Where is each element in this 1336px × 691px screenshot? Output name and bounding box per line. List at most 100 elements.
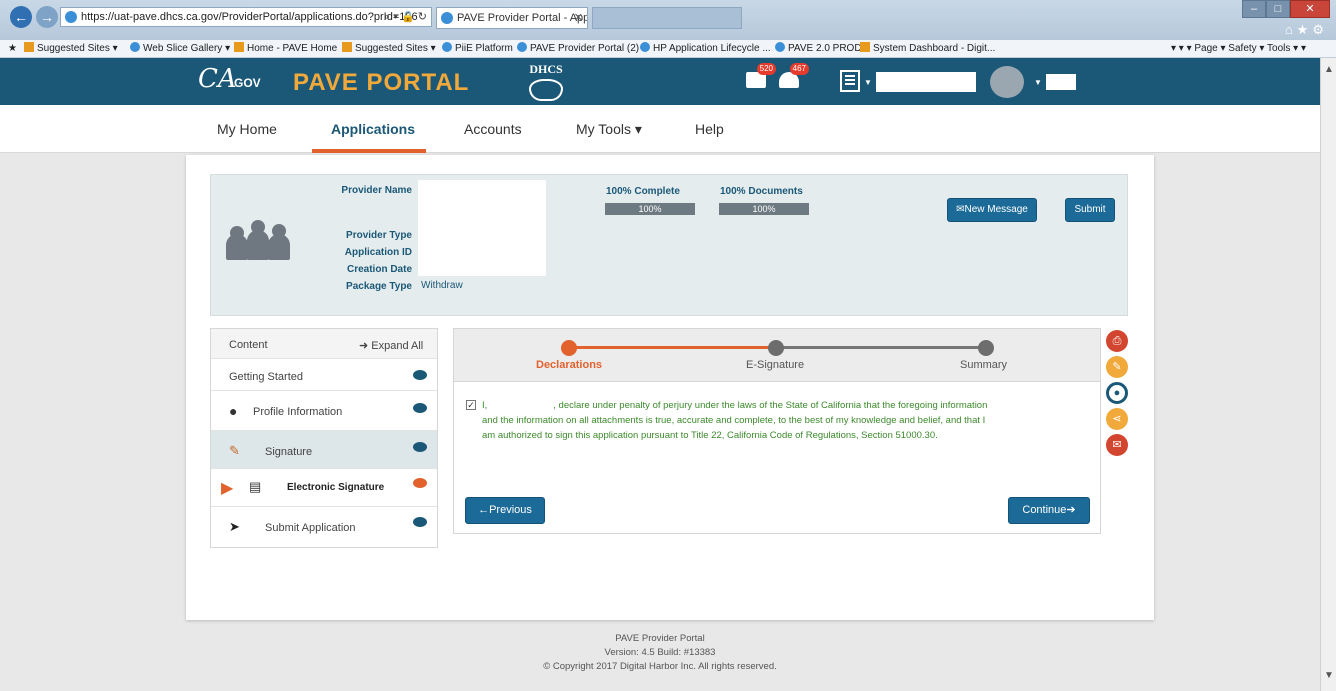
person-icon: ●: [229, 403, 238, 419]
favorites-star-icon[interactable]: ★: [8, 40, 17, 57]
status-dot-icon: [413, 370, 427, 380]
fav-system-dashboard[interactable]: System Dashboard - Digit...: [860, 40, 995, 57]
sidebar-item-profile-information[interactable]: ● Profile Information: [211, 391, 437, 431]
sidebar-item-getting-started[interactable]: Getting Started: [211, 359, 437, 391]
tab-title: PAVE Provider Portal - Appl...: [457, 12, 588, 24]
sidebar-header: Content ➜ Expand All: [211, 329, 437, 359]
ca-gov-logo[interactable]: CA.GOV: [198, 64, 261, 98]
submit-button[interactable]: Submit: [1065, 198, 1115, 222]
favorites-bar: ★ Suggested Sites ▾ Web Slice Gallery ▾ …: [0, 40, 1336, 58]
scroll-down-icon[interactable]: ▼: [1324, 670, 1334, 681]
new-message-button[interactable]: ✉New Message: [947, 198, 1037, 222]
nav-applications[interactable]: Applications: [331, 121, 415, 137]
documents-label: 100% Documents: [720, 186, 803, 197]
sidebar-content-label: Content: [229, 339, 268, 351]
declaration-text: I,, declare under penalty of perjury und…: [482, 398, 990, 443]
nav-my-home[interactable]: My Home: [217, 121, 277, 137]
active-arrow-icon: ▶: [221, 480, 234, 497]
step-declarations[interactable]: Declarations: [536, 359, 602, 371]
organization-selector[interactable]: [876, 72, 976, 92]
maximize-icon[interactable]: □: [1266, 0, 1290, 18]
main-navigation: My Home Applications Accounts My Tools ▾…: [0, 105, 1320, 153]
ie-icon: [65, 11, 77, 23]
active-nav-underline: [312, 149, 426, 153]
providers-group-icon: [222, 220, 294, 260]
chat-icon[interactable]: ●: [1106, 382, 1128, 404]
page-scrollbar[interactable]: ▲ ▼: [1320, 58, 1336, 691]
print-icon[interactable]: ⎙: [1106, 330, 1128, 352]
fav-hp-alm[interactable]: HP Application Lifecycle ...: [640, 40, 771, 57]
user-name-box[interactable]: [1046, 74, 1076, 90]
previous-button[interactable]: ←Previous: [465, 497, 545, 524]
expand-all-button[interactable]: ➜ Expand All: [359, 339, 423, 352]
step-summary[interactable]: Summary: [960, 359, 1007, 371]
fav-pave-provider-portal[interactable]: PAVE Provider Portal (2): [517, 40, 639, 57]
footer-copyright: © Copyright 2017 Digital Harbor Inc. All…: [543, 661, 777, 672]
browser-title-bar: ← → https://uat-pave.dhcs.ca.gov/Provide…: [0, 0, 1336, 40]
alert-count-badge: 467: [789, 63, 809, 75]
attachment-icon[interactable]: ✎: [1106, 356, 1128, 378]
dhcs-logo: DHCS: [524, 62, 568, 101]
address-controls[interactable]: ⌕ ▾ 🔒 ↻: [384, 8, 427, 26]
new-tab-area[interactable]: [592, 7, 742, 29]
mail-icon[interactable]: 520: [746, 63, 776, 88]
portal-title[interactable]: PAVE PORTAL: [293, 69, 469, 97]
scroll-up-icon[interactable]: ▲: [1324, 64, 1334, 75]
share-icon[interactable]: ⋖: [1106, 408, 1128, 430]
status-dot-icon: [413, 403, 427, 413]
sidebar-item-electronic-signature[interactable]: ▶ ▤ Electronic Signature: [211, 469, 437, 507]
organization-icon[interactable]: [840, 70, 860, 92]
footer-version: Version: 4.5 Build: #13383: [604, 647, 716, 658]
status-dot-icon: [413, 517, 427, 527]
fav-pave-home[interactable]: Home - PAVE Home: [234, 40, 337, 57]
back-button[interactable]: ←: [10, 6, 32, 28]
organization-caret-icon[interactable]: ▼: [864, 78, 872, 87]
status-dot-icon: [413, 478, 427, 488]
step-e-signature[interactable]: E-Signature: [746, 359, 804, 371]
portal-header: CA.GOV PAVE PORTAL DHCS 520 467 ▼ ▼: [0, 58, 1320, 105]
close-icon[interactable]: ✕: [1290, 0, 1330, 18]
email-icon[interactable]: ✉: [1106, 434, 1128, 456]
nav-my-tools[interactable]: My Tools ▾: [576, 121, 642, 138]
status-dot-icon: [413, 442, 427, 452]
dhcs-heart-icon: [529, 79, 563, 101]
fav-suggested-sites-2[interactable]: Suggested Sites ▾: [342, 40, 436, 57]
package-type-value: Withdraw: [421, 280, 463, 291]
forward-button[interactable]: →: [36, 6, 58, 28]
nav-help[interactable]: Help: [695, 121, 724, 137]
address-text: https://uat-pave.dhcs.ca.gov/ProviderPor…: [81, 11, 418, 23]
sidebar-item-signature[interactable]: ✎ Signature: [211, 431, 437, 469]
address-bar[interactable]: https://uat-pave.dhcs.ca.gov/ProviderPor…: [60, 7, 432, 27]
fav-suggested-sites[interactable]: Suggested Sites ▾: [24, 40, 118, 57]
alert-bell-icon[interactable]: 467: [779, 63, 809, 88]
fav-piie-platform[interactable]: PiiE Platform: [442, 40, 513, 57]
declaration-prefix: I,: [482, 400, 488, 411]
step-dot-summary: [978, 340, 994, 356]
fav-pave-prod[interactable]: PAVE 2.0 PROD: [775, 40, 862, 57]
complete-label: 100% Complete: [606, 186, 680, 197]
sidebar-item-submit-application[interactable]: ➤ Submit Application: [211, 507, 437, 547]
step-line-completed: [569, 346, 776, 349]
send-icon: ➤: [229, 519, 240, 534]
user-avatar-icon[interactable]: [990, 66, 1024, 98]
application-id-label: Application ID: [344, 247, 412, 258]
browser-command-bar[interactable]: ▾ ▾ ▾ Page ▾ Safety ▾ Tools ▾ ▾: [1171, 40, 1306, 57]
tab-close-icon[interactable]: ✕: [574, 8, 583, 28]
continue-button[interactable]: Continue➔: [1008, 497, 1090, 524]
step-line-pending: [776, 346, 986, 349]
provider-details-values: [418, 180, 546, 276]
user-caret-icon[interactable]: ▼: [1034, 78, 1042, 87]
page-footer: PAVE Provider Portal Version: 4.5 Build:…: [0, 632, 1320, 674]
complete-progress-bar: 100%: [605, 203, 695, 215]
browser-home-fav-settings-icons[interactable]: ⌂★⚙: [1285, 22, 1328, 38]
provider-type-label: Provider Type: [346, 230, 412, 241]
package-type-label: Package Type: [346, 281, 412, 292]
declaration-checkbox[interactable]: ✓: [466, 400, 476, 410]
nav-accounts[interactable]: Accounts: [464, 121, 522, 137]
fav-web-slice-gallery[interactable]: Web Slice Gallery ▾: [130, 40, 230, 57]
minimize-icon[interactable]: –: [1242, 0, 1266, 18]
document-icon: ▤: [249, 479, 262, 494]
step-dot-declarations: [561, 340, 577, 356]
browser-tab[interactable]: PAVE Provider Portal - Appl... ✕: [436, 7, 588, 29]
mail-count-badge: 520: [756, 63, 776, 75]
